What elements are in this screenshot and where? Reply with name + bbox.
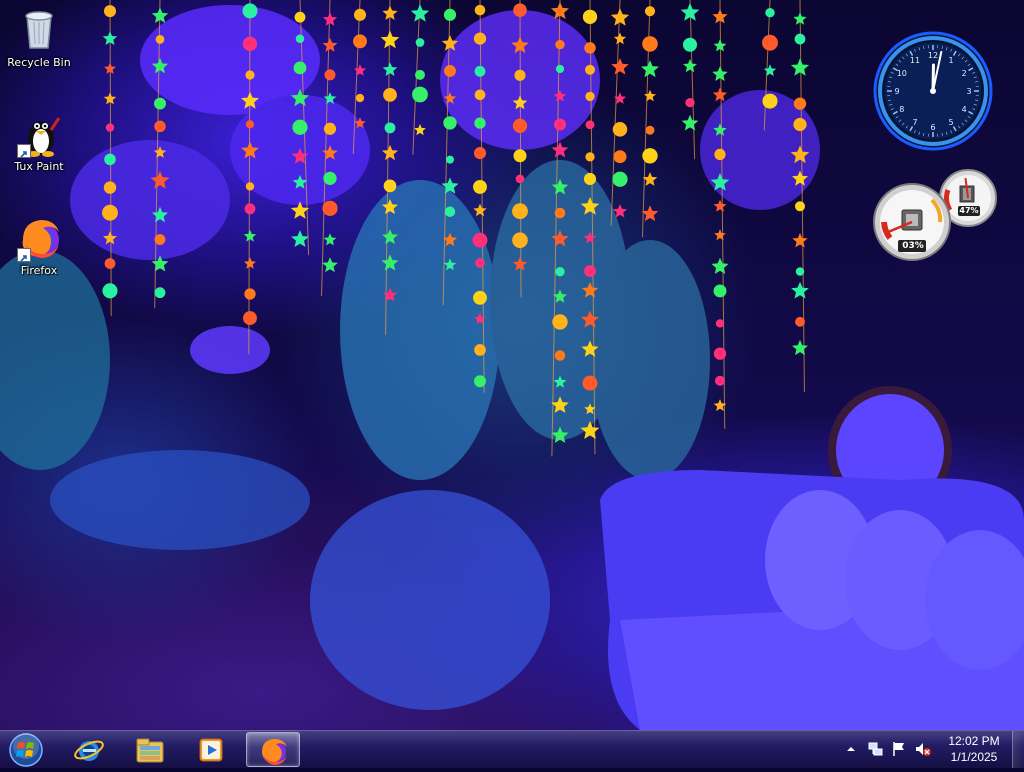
show-hidden-icons-chevron[interactable] (842, 740, 860, 758)
recycle-bin-icon (15, 6, 63, 54)
shortcut-arrow-icon (17, 144, 31, 158)
taskbar-button-windows-explorer[interactable] (123, 732, 177, 767)
show-desktop-button[interactable] (1012, 731, 1024, 768)
firefox-icon (258, 735, 290, 767)
firefox-icon (15, 214, 63, 262)
clock-numeral: 7 (912, 118, 917, 127)
clock-numeral: 10 (897, 69, 907, 78)
media-player-icon (195, 734, 227, 766)
folder-library-icon (134, 734, 166, 766)
wallpaper-art (0, 0, 1024, 730)
desktop-wallpaper (0, 0, 1024, 730)
taskbar-time: 12:02 PM (936, 733, 1012, 749)
recycle-bin-label: Recycle Bin (1, 56, 77, 70)
shortcut-arrow-icon (17, 248, 31, 262)
taskbar-button-firefox[interactable] (246, 732, 300, 767)
action-center-flag-icon[interactable] (890, 740, 908, 758)
firefox-label: Firefox (1, 264, 77, 278)
cpu-meter-gadget[interactable]: 03% 47% (872, 166, 1002, 266)
taskbar-clock[interactable]: 12:02 PM 1/1/2025 (936, 733, 1012, 767)
clock-numeral: 12 (928, 51, 938, 60)
internet-explorer-icon (73, 734, 105, 766)
ram-percent-readout: 47% (958, 206, 980, 215)
tux-paint-icon (15, 110, 63, 158)
desktop-icon-tux-paint[interactable]: Tux Paint (1, 110, 77, 174)
clock-numeral: 6 (930, 123, 935, 132)
clock-gadget[interactable]: 12 12 3 45 6 789 1011 (872, 30, 994, 152)
clock-numeral: 4 (962, 105, 967, 114)
taskbar-button-internet-explorer[interactable] (62, 732, 116, 767)
tux-paint-label: Tux Paint (1, 160, 77, 174)
clock-numeral: 9 (894, 87, 899, 96)
clock-numeral: 3 (966, 87, 971, 96)
desktop-icon-firefox[interactable]: Firefox (1, 214, 77, 278)
clock-numeral: 5 (948, 118, 953, 127)
clock-numeral: 11 (910, 56, 920, 65)
windows-start-orb-icon (4, 732, 48, 768)
clock-numeral: 2 (962, 69, 967, 78)
volume-muted-icon[interactable] (914, 740, 932, 758)
start-button[interactable] (4, 732, 48, 768)
desktop-icon-recycle-bin[interactable]: Recycle Bin (1, 6, 77, 70)
taskbar-button-windows-media-player[interactable] (184, 732, 238, 767)
taskbar-date: 1/1/2025 (936, 749, 1012, 765)
clock-numeral: 1 (948, 56, 953, 65)
network-icon[interactable] (866, 740, 884, 758)
cpu-percent-readout: 03% (899, 241, 927, 251)
clock-numeral: 8 (899, 105, 904, 114)
taskbar: 12:02 PM 1/1/2025 (0, 730, 1024, 768)
